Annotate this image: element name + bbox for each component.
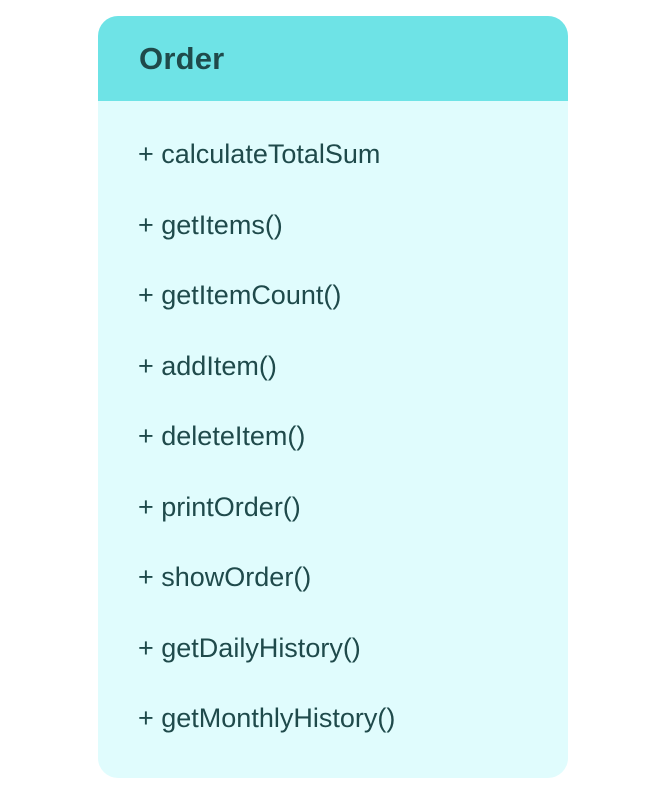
class-name: Order [139,40,225,76]
method-get-daily-history: + getDailyHistory() [138,632,361,663]
method-delete-item: + deleteItem() [138,421,306,451]
method-get-monthly-history: + getMonthlyHistory() [138,703,396,733]
method-calculate-total-sum: + calculateTotalSum [138,139,381,169]
method-get-items: + getItems() [138,209,283,240]
uml-class-box: Order + calculateTotalSum + getItems() +… [98,16,568,778]
method-add-item: + addItem() [138,350,277,381]
method-show-order: + showOrder() [138,562,312,592]
method-list: + calculateTotalSum + getItems() + getIt… [138,134,395,769]
class-header: Order [98,16,568,101]
method-print-order: + printOrder() [138,491,301,522]
method-get-item-count: + getItemCount() [138,280,342,310]
